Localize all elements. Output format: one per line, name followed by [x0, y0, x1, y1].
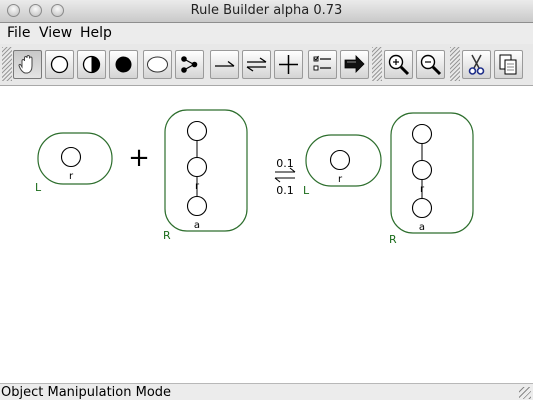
rule-canvas[interactable]: r L + l r a R 0.1 0.1 r L l r a R: [0, 86, 533, 383]
copy-tool-button[interactable]: [494, 50, 523, 79]
checklist-icon: [313, 55, 331, 71]
toolbar: [0, 44, 533, 86]
resize-grip-icon[interactable]: [519, 387, 531, 399]
binding-site[interactable]: [411, 123, 433, 145]
binding-site[interactable]: [329, 149, 351, 171]
plus-tool-button[interactable]: [274, 50, 303, 79]
rule-diagram[interactable]: r L + l r a R 0.1 0.1 r L l r a R: [0, 86, 533, 383]
menu-bar: File View Help: [0, 23, 533, 44]
molecule-tool-button[interactable]: [143, 50, 172, 79]
site-label: a: [419, 222, 425, 233]
zoom-in-icon: [388, 54, 410, 76]
ellipse-icon: [147, 56, 168, 73]
site-filled-tool-button[interactable]: [109, 50, 138, 79]
site-half-tool-button[interactable]: [77, 50, 106, 79]
right-arrow-icon: [215, 60, 235, 67]
binding-site[interactable]: [411, 197, 433, 219]
site-label: l: [196, 145, 199, 156]
zoom-out-icon: [420, 54, 442, 76]
plus-icon: [279, 55, 298, 74]
status-text: Object Manipulation Mode: [1, 385, 172, 400]
site-label: l: [421, 148, 424, 159]
window-title: Rule Builder alpha 0.73: [190, 3, 343, 18]
binding-site[interactable]: [186, 156, 208, 178]
reversible-arrow-icon: [246, 57, 267, 72]
branch-nodes-icon: [181, 56, 198, 73]
toolbar-grip[interactable]: [450, 47, 460, 81]
binding-site[interactable]: [411, 159, 433, 181]
site-label: a: [194, 220, 200, 231]
status-bar: Object Manipulation Mode: [0, 383, 533, 400]
hand-icon: [18, 54, 33, 74]
reverse-arrow-head: [274, 177, 281, 183]
molecule-label: R: [163, 229, 171, 242]
binding-site[interactable]: [60, 146, 82, 168]
site-empty-tool-button[interactable]: [45, 50, 74, 79]
copy-icon: [499, 54, 517, 75]
empty-circle-icon: [50, 55, 69, 74]
export-arrow-icon: [344, 55, 365, 73]
zoom-out-tool-button[interactable]: [416, 50, 445, 79]
forward-arrow-tool-button[interactable]: [210, 50, 239, 79]
toolbar-grip[interactable]: [372, 47, 382, 81]
menu-help[interactable]: Help: [80, 25, 112, 41]
reactant-molecule-r[interactable]: l r a R: [163, 109, 248, 242]
checklist-tool-button[interactable]: [308, 50, 337, 79]
binding-site[interactable]: [186, 195, 208, 217]
export-tool-button[interactable]: [340, 50, 369, 79]
forward-rate-label[interactable]: 0.1: [276, 157, 294, 170]
molecule-outline[interactable]: [390, 112, 474, 234]
reactant-molecule-l[interactable]: r L: [35, 132, 113, 194]
branch-tool-button[interactable]: [175, 50, 204, 79]
binding-site[interactable]: [186, 120, 208, 142]
filled-circle-icon: [115, 56, 132, 73]
molecule-label: R: [389, 233, 397, 246]
reverse-rate-label[interactable]: 0.1: [276, 184, 294, 197]
reversible-arrow-tool-button[interactable]: [242, 50, 271, 79]
menu-view[interactable]: View: [39, 25, 72, 41]
product-molecule-l[interactable]: r L: [303, 134, 382, 197]
cut-tool-button[interactable]: [462, 50, 491, 79]
hand-tool-button[interactable]: [13, 50, 42, 79]
molecule-label: L: [35, 181, 42, 194]
reversible-reaction-arrow[interactable]: 0.1 0.1: [274, 157, 296, 197]
plus-operator[interactable]: +: [128, 143, 150, 173]
title-bar: Rule Builder alpha 0.73: [0, 0, 533, 23]
toolbar-grip[interactable]: [2, 47, 12, 81]
scissors-icon: [468, 54, 485, 75]
product-molecule-r[interactable]: l r a R: [389, 112, 474, 246]
half-filled-circle-icon: [82, 55, 101, 74]
menu-file[interactable]: File: [7, 25, 30, 41]
zoom-in-tool-button[interactable]: [384, 50, 413, 79]
molecule-label: L: [303, 184, 310, 197]
